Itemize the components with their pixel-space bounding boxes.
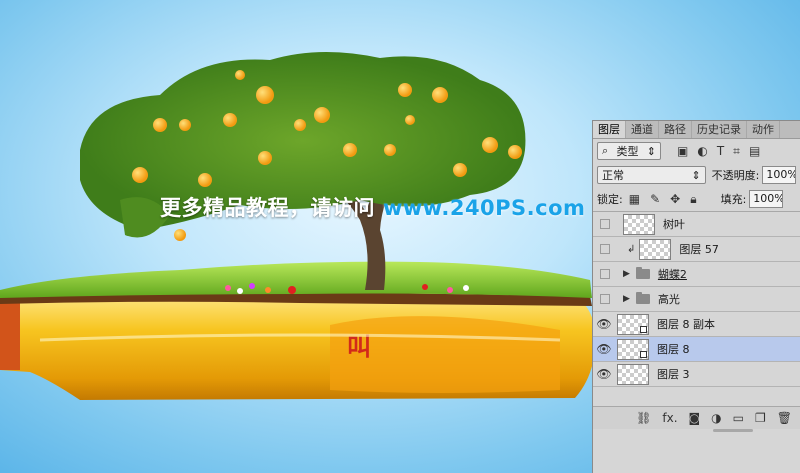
- smart-object-icon: [640, 350, 647, 358]
- lock-icons: ▦ ✎ ✥ 🔒︎: [629, 192, 697, 207]
- lock-move-icon[interactable]: ✥: [670, 192, 680, 207]
- visibility-toggle[interactable]: [600, 219, 610, 229]
- lock-all-icon[interactable]: 🔒︎: [690, 192, 696, 207]
- smart-object-icon: [640, 325, 647, 333]
- blend-mode-value: 正常: [602, 169, 624, 182]
- mask-icon[interactable]: ◙: [689, 411, 701, 425]
- layer-thumbnail: [617, 363, 649, 385]
- layer-list: 树叶 ↲ 图层 57 ▶ 蝴蝶2 ▶ 高光 👁︎ 图层 8 副本 👁︎ 图层 8…: [593, 212, 800, 387]
- smart-object-filter-icon[interactable]: ▤: [749, 144, 760, 159]
- updown-icon: ⇕: [691, 168, 701, 182]
- tab-channels[interactable]: 通道: [626, 121, 659, 138]
- svg-text:叫: 叫: [347, 333, 371, 361]
- blend-row: 正常 ⇕ 不透明度: 100%: [593, 163, 800, 187]
- visibility-toggle[interactable]: [600, 269, 610, 279]
- lock-label: 锁定:: [597, 193, 623, 206]
- lock-row: 锁定: ▦ ✎ ✥ 🔒︎ 填充: 100%: [593, 187, 800, 212]
- layer-name: 蝴蝶2: [657, 268, 687, 281]
- filter-row: ⌕ 类型 ⇕ ▣ ◐ T ⌗ ▤: [593, 139, 800, 163]
- fill-input[interactable]: 100%: [749, 190, 784, 208]
- expand-arrow-icon[interactable]: ▶: [623, 269, 630, 279]
- layer-name: 图层 3: [657, 368, 690, 381]
- bottle: 叫: [0, 292, 596, 400]
- watermark: 更多精品教程，请访问 www.240PS.com: [160, 192, 585, 222]
- layer-name: 图层 57: [679, 243, 719, 256]
- panel-tabs: 图层 通道 路径 历史记录 动作: [593, 121, 800, 139]
- layer-row[interactable]: ↲ 图层 57: [593, 237, 800, 262]
- visibility-toggle[interactable]: [600, 294, 610, 304]
- filter-type-label: 类型: [616, 145, 639, 158]
- lock-paint-icon[interactable]: ✎: [650, 192, 660, 207]
- layer-row[interactable]: 👁︎ 图层 3: [593, 362, 800, 387]
- folder-icon: [635, 267, 650, 279]
- lock-transparent-icon[interactable]: ▦: [629, 192, 640, 207]
- layer-row-selected[interactable]: 👁︎ 图层 8: [593, 337, 800, 362]
- layer-thumbnail: [639, 238, 672, 260]
- shape-filter-icon[interactable]: ⌗: [733, 144, 740, 159]
- tab-history[interactable]: 历史记录: [692, 121, 747, 138]
- filter-icons: ▣ ◐ T ⌗ ▤: [677, 144, 760, 159]
- layer-row[interactable]: 树叶: [593, 212, 800, 237]
- group-icon[interactable]: ▭: [733, 411, 744, 425]
- adjustment-filter-icon[interactable]: ◐: [697, 144, 707, 159]
- link-icon[interactable]: ⛓: [636, 411, 651, 425]
- new-layer-icon[interactable]: ❐: [755, 411, 766, 425]
- layer-row[interactable]: ▶ 蝴蝶2: [593, 262, 800, 287]
- layer-name: 图层 8 副本: [657, 318, 715, 331]
- layer-thumbnail: [617, 313, 649, 335]
- image-filter-icon[interactable]: ▣: [677, 144, 688, 159]
- search-icon: ⌕: [602, 144, 609, 157]
- layer-name: 树叶: [663, 218, 685, 231]
- eye-icon[interactable]: 👁︎: [593, 342, 615, 356]
- trash-icon[interactable]: 🗑︎: [777, 411, 792, 425]
- scrollbar[interactable]: [713, 429, 753, 432]
- folder-icon: [635, 292, 650, 304]
- eye-icon[interactable]: 👁︎: [593, 367, 615, 381]
- watermark-url: www.240PS.com: [383, 196, 586, 220]
- layer-name: 图层 8: [657, 343, 690, 356]
- orange-tree: [80, 51, 526, 290]
- adjustment-icon[interactable]: ◑: [711, 411, 721, 425]
- text-filter-icon[interactable]: T: [717, 144, 724, 159]
- expand-arrow-icon[interactable]: ▶: [623, 294, 630, 304]
- panel-bottom-bar: ⛓ fx. ◙ ◑ ▭ ❐ 🗑︎: [593, 406, 800, 429]
- visibility-toggle[interactable]: [600, 244, 610, 254]
- layer-name: 高光: [657, 293, 680, 306]
- opacity-input[interactable]: 100%: [762, 166, 796, 184]
- eye-icon[interactable]: 👁︎: [593, 317, 615, 331]
- layers-panel: 图层 通道 路径 历史记录 动作 ⌕ 类型 ⇕ ▣ ◐ T ⌗ ▤ 正常 ⇕ 不…: [592, 120, 800, 473]
- fx-icon[interactable]: fx.: [662, 411, 677, 425]
- fill-label: 填充:: [720, 193, 747, 206]
- tab-paths[interactable]: 路径: [659, 121, 692, 138]
- watermark-text: 更多精品教程，请访问: [160, 196, 375, 220]
- clipping-arrow-icon: ↲: [627, 243, 636, 255]
- layer-thumbnail: [617, 338, 649, 360]
- filter-type-select[interactable]: ⌕ 类型 ⇕: [597, 142, 661, 160]
- layer-thumbnail: [623, 213, 655, 235]
- grass-island: [0, 261, 592, 298]
- updown-icon: ⇕: [646, 144, 656, 158]
- layer-row[interactable]: 👁︎ 图层 8 副本: [593, 312, 800, 337]
- tab-actions[interactable]: 动作: [747, 121, 780, 138]
- layer-row[interactable]: ▶ 高光: [593, 287, 800, 312]
- opacity-label: 不透明度:: [711, 169, 760, 182]
- tab-layers[interactable]: 图层: [593, 121, 626, 138]
- blend-mode-select[interactable]: 正常 ⇕: [597, 166, 706, 184]
